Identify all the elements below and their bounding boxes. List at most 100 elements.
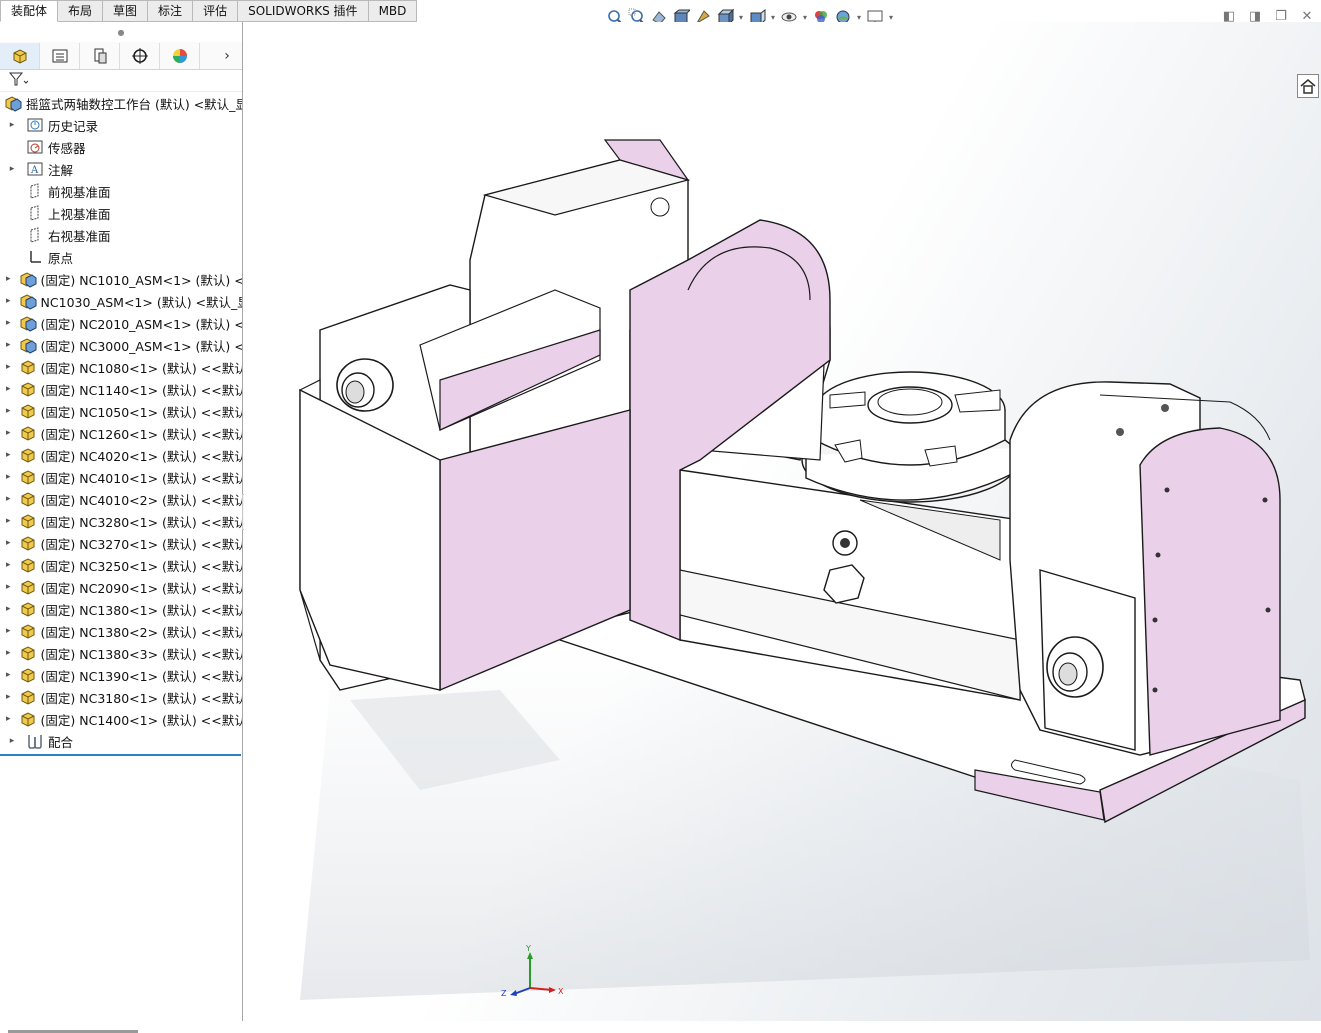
expand-arrow-icon[interactable]: ▸ (6, 362, 11, 372)
tree-item-label: 传感器 (48, 140, 86, 156)
expand-arrow-icon[interactable]: ▸ (6, 648, 11, 658)
expand-arrow-icon[interactable]: ▸ (6, 736, 18, 746)
featuremanager-tab[interactable] (0, 42, 40, 69)
tree-item-label: (固定) NC1380<1> (默认) <<默认 (40, 602, 242, 618)
tree-item-label: 历史记录 (48, 118, 99, 134)
tree-item[interactable]: ▸ 配合 (0, 730, 242, 752)
svg-text:A: A (30, 165, 39, 176)
part-icon (19, 490, 37, 508)
tree-item[interactable]: 前视基准面 (0, 180, 242, 202)
tree-item-label: (固定) NC1390<1> (默认) <<默认 (40, 668, 242, 684)
expand-arrow-icon[interactable]: ▸ (6, 384, 11, 394)
assembly-model-render[interactable] (244, 22, 1321, 1021)
tree-item[interactable]: ▸ (固定) NC3250<1> (默认) <<默认 (0, 554, 242, 576)
filter-bar (0, 70, 242, 92)
expand-arrow-icon[interactable]: ▸ (6, 692, 11, 702)
tree-item[interactable]: ▸ A 注解 (0, 158, 242, 180)
tree-item-label: 配合 (48, 734, 74, 750)
tree-item-label: (固定) NC1010_ASM<1> (默认) <默 (40, 272, 242, 288)
tree-item[interactable]: ▸ (固定) NC4010<1> (默认) <<默认 (0, 466, 242, 488)
tree-item[interactable]: ▸ (固定) NC1260<1> (默认) <<默认 (0, 422, 242, 444)
panel-tabs: › (0, 42, 242, 70)
mates-icon (26, 732, 44, 750)
part-icon (19, 424, 37, 442)
expand-arrow-icon[interactable]: ▸ (6, 296, 11, 306)
tree-root[interactable]: 摇篮式两轴数控工作台 (默认) <默认_显示 (0, 92, 242, 114)
tree-item[interactable]: ▸ (固定) NC3270<1> (默认) <<默认 (0, 532, 242, 554)
tab-0[interactable]: 装配体 (0, 0, 59, 22)
tree-item[interactable]: ▸ (固定) NC1140<1> (默认) <<默认 (0, 378, 242, 400)
tree-item[interactable]: ▸ (固定) NC3280<1> (默认) <<默认 (0, 510, 242, 532)
part-icon (19, 534, 37, 552)
dimxpert-tab[interactable] (120, 42, 160, 69)
expand-arrow-icon[interactable]: ▸ (6, 560, 11, 570)
tree-item-label: NC1030_ASM<1> (默认) <默认_显 (40, 294, 242, 310)
tree-item[interactable]: ▸ (固定) NC1080<1> (默认) <<默认 (0, 356, 242, 378)
tree-item[interactable]: 传感器 (0, 136, 242, 158)
tree-item-label: (固定) NC1380<3> (默认) <<默认 (40, 646, 242, 662)
tree-item-label: (固定) NC1140<1> (默认) <<默认 (40, 382, 242, 398)
chevron-right-icon[interactable]: › (212, 43, 242, 69)
expand-arrow-icon[interactable]: ▸ (6, 604, 11, 614)
tree-item[interactable]: ▸ (固定) NC4010<2> (默认) <<默认 (0, 488, 242, 510)
tree-item-label: (固定) NC3000_ASM<1> (默认) <默 (40, 338, 242, 354)
axis-z-label: Z (501, 989, 507, 998)
expand-arrow-icon[interactable]: ▸ (6, 538, 11, 548)
tree-item[interactable]: ▸ (固定) NC2090<1> (默认) <<默认 (0, 576, 242, 598)
plane-icon (26, 204, 44, 222)
tree-item-label: 右视基准面 (48, 228, 111, 244)
tree-item[interactable]: ▸ (固定) NC4020<1> (默认) <<默认 (0, 444, 242, 466)
tree-item[interactable]: ▸ (固定) NC1050<1> (默认) <<默认 (0, 400, 242, 422)
subassembly-icon (19, 292, 37, 310)
expand-arrow-icon[interactable]: ▸ (6, 670, 11, 680)
tree-item[interactable]: ▸ (固定) NC1380<2> (默认) <<默认 (0, 620, 242, 642)
expand-arrow-icon[interactable]: ▸ (6, 516, 11, 526)
command-manager-tabs: 装配体 布局 草图 标注 评估 SOLIDWORKS 插件 MBD (0, 0, 418, 22)
tree-item[interactable]: ▸ NC1030_ASM<1> (默认) <默认_显 (0, 290, 242, 312)
expand-arrow-icon[interactable]: ▸ (6, 274, 11, 284)
expand-arrow-icon[interactable]: ▸ (6, 120, 18, 130)
tree-item-label: (固定) NC2010_ASM<1> (默认) <默 (40, 316, 242, 332)
history-icon (26, 116, 44, 134)
expand-arrow-icon[interactable]: ▸ (6, 340, 11, 350)
tree-item[interactable]: ▸ (固定) NC1380<3> (默认) <<默认 (0, 642, 242, 664)
filter-icon[interactable] (8, 71, 29, 90)
displaymanager-tab[interactable] (160, 42, 200, 69)
expand-arrow-icon[interactable]: ▸ (6, 626, 11, 636)
expand-arrow-icon[interactable]: ▸ (6, 450, 11, 460)
tree-end-marker (0, 754, 241, 756)
tab-2[interactable]: 草图 (103, 0, 149, 22)
tree-item[interactable]: ▸ (固定) NC1380<1> (默认) <<默认 (0, 598, 242, 620)
tree-item[interactable]: ▸ (固定) NC2010_ASM<1> (默认) <默 (0, 312, 242, 334)
expand-arrow-icon[interactable]: ▸ (6, 428, 11, 438)
tree-item[interactable]: ▸ (固定) NC1390<1> (默认) <<默认 (0, 664, 242, 686)
tree-item[interactable]: ▸ (固定) NC3180<1> (默认) <<默认 (0, 686, 242, 708)
tree-item[interactable]: ▸ (固定) NC1010_ASM<1> (默认) <默 (0, 268, 242, 290)
tree-item[interactable]: ▸ (固定) NC3000_ASM<1> (默认) <默 (0, 334, 242, 356)
tree-item-label: 前视基准面 (48, 184, 111, 200)
expand-arrow-icon[interactable]: ▸ (6, 582, 11, 592)
expand-arrow-icon[interactable]: ▸ (6, 318, 11, 328)
tree-item[interactable]: 原点 (0, 246, 242, 268)
propertymanager-tab[interactable] (40, 42, 80, 69)
tab-3[interactable]: 标注 (148, 0, 194, 22)
expand-arrow-icon[interactable]: ▸ (6, 164, 18, 174)
expand-arrow-icon[interactable]: ▸ (6, 714, 11, 724)
tree-item[interactable]: ▸ 历史记录 (0, 114, 242, 136)
expand-arrow-icon[interactable]: ▸ (6, 406, 11, 416)
graphics-area[interactable]: Y X Z (244, 22, 1321, 1021)
tree-item[interactable]: 右视基准面 (0, 224, 242, 246)
tab-5[interactable]: SOLIDWORKS 插件 (238, 0, 369, 22)
tab-6[interactable]: MBD (368, 0, 418, 22)
tree-item[interactable]: ▸ (固定) NC1400<1> (默认) <<默认 (0, 708, 242, 730)
configurationmanager-tab[interactable] (80, 42, 120, 69)
assembly-icon (4, 94, 22, 112)
tree-item-label: (固定) NC1400<1> (默认) <<默认 (40, 712, 242, 728)
tab-1[interactable]: 布局 (58, 0, 104, 22)
tree-item[interactable]: 上视基准面 (0, 202, 242, 224)
tab-4[interactable]: 评估 (193, 0, 239, 22)
expand-arrow-icon[interactable]: ▸ (6, 494, 11, 504)
expand-arrow-icon[interactable]: ▸ (6, 472, 11, 482)
panel-grip[interactable]: ● (0, 22, 242, 42)
part-icon (19, 666, 37, 684)
